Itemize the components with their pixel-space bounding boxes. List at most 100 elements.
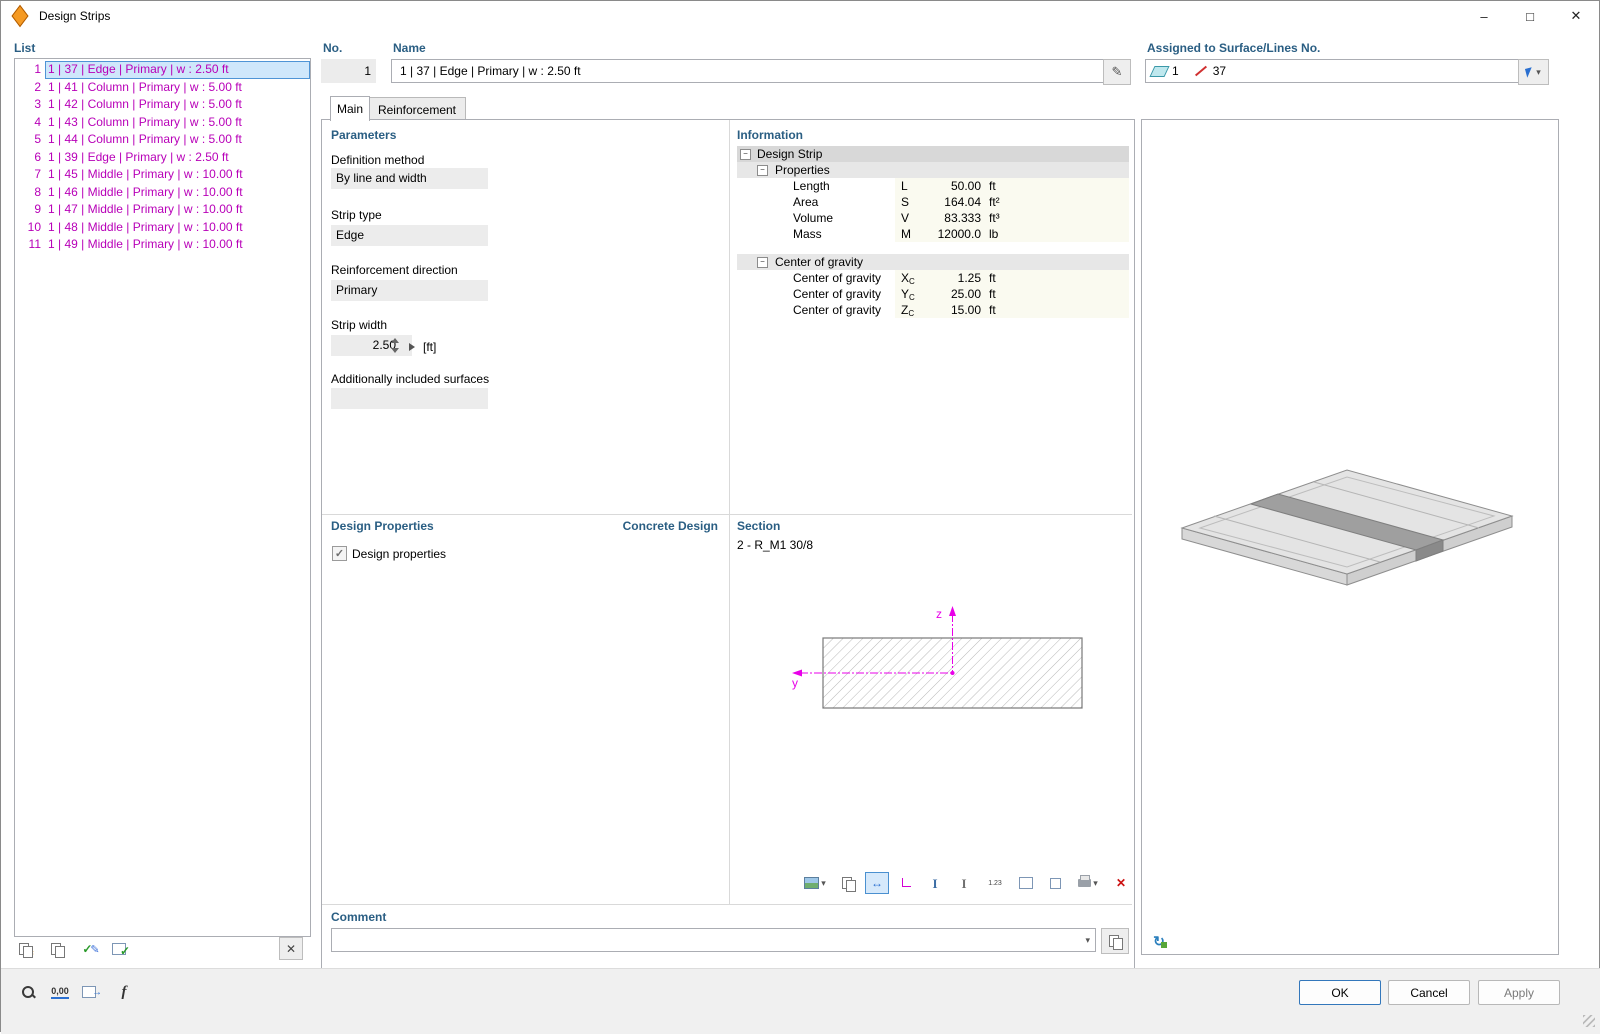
values-button[interactable]: 1.23 — [981, 872, 1009, 894]
list-item[interactable]: 101 | 48 | Middle | Primary | w : 10.00 … — [15, 219, 310, 237]
find-button[interactable] — [15, 979, 41, 1005]
edit-name-button[interactable]: ✎ — [1103, 59, 1131, 85]
part-numbers-button[interactable]: I — [952, 872, 976, 894]
strip-width-spinner[interactable] — [389, 337, 401, 354]
list-item[interactable]: 51 | 44 | Column | Primary | w : 5.00 ft — [15, 131, 310, 149]
minimize-button[interactable]: – — [1461, 1, 1507, 31]
name-input[interactable]: 1 | 37 | Edge | Primary | w : 2.50 ft — [391, 59, 1108, 83]
collapse-icon[interactable]: − — [757, 257, 768, 268]
units-icon: 0,00 — [51, 986, 69, 999]
import-table-button[interactable]: → — [79, 979, 105, 1005]
copy-icon — [1109, 935, 1122, 948]
ok-button[interactable]: OK — [1299, 980, 1381, 1005]
title-bar[interactable]: Design Strips – □ ✕ — [1, 1, 1599, 31]
list-item[interactable]: 21 | 41 | Column | Primary | w : 5.00 ft — [15, 79, 310, 97]
parameters-heading: Parameters — [331, 128, 396, 142]
delete-strip-button[interactable]: ✕ — [279, 937, 303, 960]
dimension-lines-button[interactable]: ↔ — [865, 872, 889, 894]
collapse-icon[interactable]: − — [757, 165, 768, 176]
apply-button[interactable]: Apply — [1478, 980, 1560, 1005]
list-item[interactable]: 81 | 46 | Middle | Primary | w : 10.00 f… — [15, 184, 310, 202]
axes-icon — [900, 877, 912, 889]
details-button[interactable] — [1043, 872, 1067, 894]
list-item[interactable]: 41 | 43 | Column | Primary | w : 5.00 ft — [15, 114, 310, 132]
copy-image-button[interactable] — [836, 872, 860, 894]
reset-view-button[interactable]: ✕ — [1109, 872, 1133, 894]
table-button[interactable] — [1014, 872, 1038, 894]
spinner-up-icon[interactable] — [391, 338, 399, 343]
definition-method-field[interactable]: By line and width — [331, 168, 488, 189]
assigned-objects-field[interactable]: 1 37 — [1145, 59, 1521, 83]
definition-method-label: Definition method — [331, 153, 424, 167]
tree-group-row[interactable]: − Center of gravity — [737, 254, 1129, 270]
chevron-down-icon: ▾ — [1085, 929, 1090, 951]
print-button[interactable]: ▾ — [1072, 872, 1104, 894]
comment-combobox[interactable]: ▾ — [331, 928, 1096, 952]
copy-comment-button[interactable] — [1101, 928, 1129, 954]
list-heading: List — [14, 41, 35, 55]
list-item[interactable]: 91 | 47 | Middle | Primary | w : 10.00 f… — [15, 201, 310, 219]
strip-type-field[interactable]: Edge — [331, 225, 488, 246]
formulas-button[interactable]: f — [111, 979, 137, 1005]
maximize-button[interactable]: □ — [1507, 1, 1553, 31]
information-heading: Information — [737, 128, 803, 142]
reinforcement-direction-field[interactable]: Primary — [331, 280, 488, 301]
model-3d-view[interactable]: ↻ — [1141, 119, 1559, 955]
tab-reinforcement[interactable]: Reinforcement — [368, 97, 466, 121]
panel-divider — [729, 120, 730, 904]
units-settings-button[interactable]: 0,00 — [45, 979, 75, 1005]
reinforcement-direction-label: Reinforcement direction — [331, 263, 458, 277]
list-item[interactable]: 31 | 42 | Column | Primary | w : 5.00 ft — [15, 96, 310, 114]
formula-icon: f — [122, 984, 127, 1001]
cancel-button[interactable]: Cancel — [1388, 980, 1470, 1005]
tab-main[interactable]: Main — [330, 96, 370, 121]
assigned-line-number: 37 — [1213, 60, 1226, 82]
close-button[interactable]: ✕ — [1553, 1, 1599, 31]
window-title: Design Strips — [39, 9, 110, 23]
tree-group-row[interactable]: − Properties — [737, 162, 1129, 178]
included-surfaces-label: Additionally included surfaces — [331, 372, 489, 386]
info-row: Volume V 83.333 ft³ — [737, 210, 1129, 226]
small-grid-icon — [1050, 878, 1061, 889]
section-drawing: z y — [737, 556, 1129, 866]
chevron-down-icon: ▾ — [1536, 67, 1541, 78]
axes-button[interactable] — [894, 872, 918, 894]
info-row: Length L 50.00 ft — [737, 178, 1129, 194]
list-item[interactable]: 71 | 45 | Middle | Primary | w : 10.00 f… — [15, 166, 310, 184]
update-view-button[interactable]: ↻ — [1148, 930, 1172, 952]
strip-width-expander-button[interactable] — [405, 335, 419, 358]
list-item[interactable]: 61 | 39 | Edge | Primary | w : 2.50 ft — [15, 149, 310, 167]
resize-grip[interactable] — [1583, 1015, 1595, 1027]
stress-points-button[interactable]: I — [923, 872, 947, 894]
design-properties-checkbox-label: Design properties — [352, 547, 446, 561]
collapse-icon[interactable]: − — [740, 149, 751, 160]
new-strip-button[interactable]: ✶ — [15, 938, 39, 960]
ibeam-icon: I — [961, 877, 966, 890]
no-heading: No. — [323, 41, 342, 55]
list-item[interactable]: 11 | 37 | Edge | Primary | w : 2.50 ft — [15, 61, 310, 79]
picture-icon — [804, 877, 819, 889]
edit-selected-button[interactable]: ✓ ✎ — [79, 938, 103, 960]
select-strips-button[interactable]: ✓ — [109, 938, 133, 960]
spinner-down-icon[interactable] — [391, 348, 399, 353]
design-strip-list[interactable]: 11 | 37 | Edge | Primary | w : 2.50 ft 2… — [14, 58, 311, 937]
app-icon — [11, 5, 28, 28]
pick-cursor-icon — [1525, 67, 1534, 78]
chevron-down-icon: ▾ — [1093, 878, 1098, 889]
copy-strip-button[interactable] — [45, 938, 69, 960]
tree-root-row[interactable]: − Design Strip — [737, 146, 1129, 162]
green-square-icon — [1161, 942, 1167, 948]
included-surfaces-field[interactable] — [331, 388, 488, 409]
ibeam-icon: I — [932, 877, 937, 890]
slab-3d-drawing — [1142, 120, 1558, 954]
strip-width-unit: [ft] — [423, 340, 436, 354]
design-properties-checkbox[interactable]: ✓ — [332, 546, 347, 561]
name-heading: Name — [393, 41, 426, 55]
select-objects-button[interactable]: ▾ — [1518, 59, 1549, 85]
info-row: Area S 164.04 ft² — [737, 194, 1129, 210]
section-display-button[interactable]: ▾ — [799, 872, 831, 894]
section-toolbar: ▾ ↔ I I 1.23 ▾ ✕ — [799, 872, 1133, 894]
expander-arrow-icon — [409, 343, 415, 351]
list-item[interactable]: 111 | 49 | Middle | Primary | w : 10.00 … — [15, 236, 310, 254]
copy-icon — [51, 943, 64, 956]
